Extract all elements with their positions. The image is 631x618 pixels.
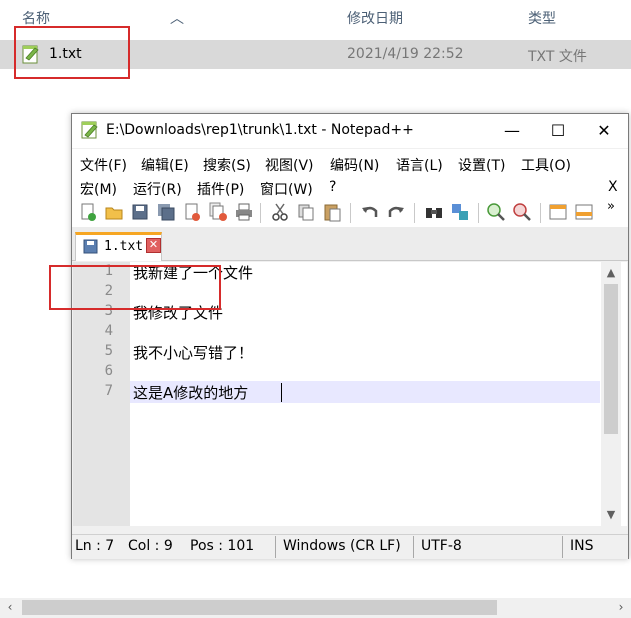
text-caret xyxy=(281,383,282,402)
saved-file-icon xyxy=(83,239,98,254)
scroll-right-icon[interactable]: › xyxy=(614,600,628,614)
code-line: 我不小心写错了！ xyxy=(133,344,254,362)
line-number: 5 xyxy=(104,343,113,359)
replace-icon[interactable] xyxy=(450,202,470,222)
redo-icon[interactable] xyxy=(386,202,406,222)
file-modified: 2021/4/19 22:52 xyxy=(347,46,464,62)
code-line: 这是A修改的地方 xyxy=(133,384,249,402)
status-line: Ln : 7 xyxy=(75,538,115,554)
notepadpp-app-icon xyxy=(81,121,98,139)
copy-icon[interactable] xyxy=(296,202,316,222)
toolbar-separator xyxy=(260,203,261,223)
close-document-button[interactable]: X xyxy=(608,179,618,195)
file-type: TXT 文件 xyxy=(528,49,587,65)
column-modified[interactable]: 修改日期 xyxy=(347,8,403,28)
explorer-horizontal-scrollbar[interactable]: ‹ › xyxy=(0,598,631,618)
menu-search[interactable]: 搜索(S) xyxy=(203,155,251,175)
status-separator xyxy=(275,536,276,558)
status-insert-mode[interactable]: INS xyxy=(570,538,594,554)
find-icon[interactable] xyxy=(424,202,444,222)
toolbar-separator xyxy=(478,203,479,223)
tab-1-txt[interactable]: 1.txt ✕ xyxy=(75,232,162,261)
scroll-up-icon[interactable]: ▲ xyxy=(605,267,617,279)
new-icon[interactable] xyxy=(78,202,98,222)
minimize-button[interactable]: — xyxy=(489,114,535,148)
column-name[interactable]: 名称 xyxy=(22,8,50,28)
tab-close-icon[interactable]: ✕ xyxy=(146,238,161,253)
line-number: 7 xyxy=(104,383,113,399)
close-icon[interactable] xyxy=(182,202,202,222)
title-bar[interactable]: E:\Downloads\rep1\trunk\1.txt - Notepad+… xyxy=(72,114,628,148)
undo-icon[interactable] xyxy=(360,202,380,222)
save-all-icon[interactable] xyxy=(156,202,176,222)
line-number: 6 xyxy=(104,363,113,379)
menu-view[interactable]: 视图(V) xyxy=(265,155,314,175)
more-icon[interactable]: » xyxy=(607,199,615,214)
save-icon[interactable] xyxy=(130,202,150,222)
toolbar: » xyxy=(72,199,628,227)
menu-window[interactable]: 窗口(W) xyxy=(260,179,313,199)
zoom-in-icon[interactable] xyxy=(486,202,506,222)
scroll-down-icon[interactable]: ▼ xyxy=(605,509,617,521)
menu-macro[interactable]: 宏(M) xyxy=(80,179,117,199)
print-icon[interactable] xyxy=(234,202,254,222)
menu-file[interactable]: 文件(F) xyxy=(80,155,127,175)
zoom-out-icon[interactable] xyxy=(512,202,532,222)
close-all-icon[interactable] xyxy=(208,202,228,222)
menu-tools[interactable]: 工具(O) xyxy=(521,155,571,175)
menu-run[interactable]: 运行(R) xyxy=(133,179,182,199)
toolbar-separator xyxy=(350,203,351,223)
column-type[interactable]: 类型 xyxy=(528,8,556,28)
menu-help[interactable]: ? xyxy=(329,179,336,195)
status-separator xyxy=(413,536,414,558)
scroll-left-icon[interactable]: ‹ xyxy=(3,600,17,614)
horizontal-scroll-thumb[interactable] xyxy=(22,600,497,615)
notepadpp-window: E:\Downloads\rep1\trunk\1.txt - Notepad+… xyxy=(71,113,629,559)
status-encoding[interactable]: UTF-8 xyxy=(421,538,462,554)
paste-icon[interactable] xyxy=(322,202,342,222)
toolbar-separator xyxy=(414,203,415,223)
menu-encoding[interactable]: 编码(N) xyxy=(330,155,379,175)
status-eol[interactable]: Windows (CR LF) xyxy=(283,538,401,554)
maximize-button[interactable]: ☐ xyxy=(535,114,581,148)
highlight-box-edited-line xyxy=(49,265,221,310)
highlight-box-file xyxy=(14,26,130,79)
menu-settings[interactable]: 设置(T) xyxy=(458,155,505,175)
open-icon[interactable] xyxy=(104,202,124,222)
status-position: Pos : 101 xyxy=(190,538,255,554)
menu-plugins[interactable]: 插件(P) xyxy=(197,179,244,199)
cut-icon[interactable] xyxy=(270,202,290,222)
tab-label: 1.txt xyxy=(104,239,144,254)
scroll-thumb[interactable] xyxy=(604,284,618,434)
sync-h-icon[interactable] xyxy=(574,202,594,222)
toolbar-separator xyxy=(540,203,541,223)
menu-edit[interactable]: 编辑(E) xyxy=(141,155,189,175)
sort-caret-icon: ︿ xyxy=(170,11,184,27)
window-title: E:\Downloads\rep1\trunk\1.txt - Notepad+… xyxy=(106,122,414,138)
vertical-scrollbar[interactable]: ▲ ▼ xyxy=(601,262,621,526)
sync-v-icon[interactable] xyxy=(548,202,568,222)
status-separator xyxy=(562,536,563,558)
status-bar: Ln : 7 Col : 9 Pos : 101 Windows (CR LF)… xyxy=(72,534,628,559)
menu-language[interactable]: 语言(L) xyxy=(396,155,443,175)
status-column: Col : 9 xyxy=(128,538,173,554)
close-window-button[interactable]: ✕ xyxy=(581,114,627,148)
menu-bar: 文件(F) 编辑(E) 搜索(S) 视图(V) 编码(N) 语言(L) 设置(T… xyxy=(72,149,628,199)
line-number: 4 xyxy=(104,323,113,339)
